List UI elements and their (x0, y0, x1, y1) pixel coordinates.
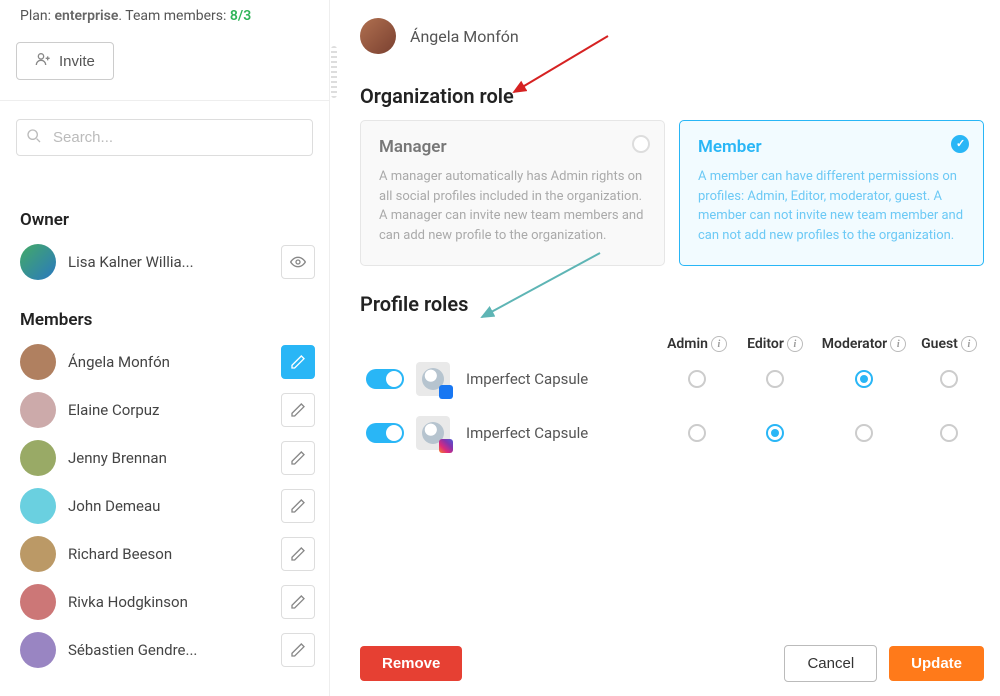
owner-section-label: Owner (20, 210, 315, 230)
profile-name: Imperfect Capsule (456, 370, 658, 388)
member-row: Elaine Corpuz (20, 386, 315, 434)
member-name: Richard Beeson (68, 545, 269, 563)
member-name: Rivka Hodgkinson (68, 593, 269, 611)
role-desc-manager: A manager automatically has Admin rights… (379, 167, 646, 245)
person-plus-icon (35, 51, 51, 71)
profile-toggle[interactable] (366, 423, 404, 443)
avatar (20, 440, 56, 476)
member-name: Jenny Brennan (68, 449, 269, 467)
avatar (20, 632, 56, 668)
user-header: Ángela Monfón (360, 0, 984, 54)
role-card-member[interactable]: Member A member can have different permi… (679, 120, 984, 266)
col-admin: Admini (658, 336, 736, 352)
plan-label: Plan: (20, 8, 51, 24)
info-icon[interactable]: i (787, 336, 803, 352)
org-role-title: Organization role (360, 84, 984, 108)
avatar (20, 584, 56, 620)
col-moderator: Moderatori (814, 336, 914, 352)
edit-member-button[interactable] (281, 489, 315, 523)
avatar (20, 536, 56, 572)
info-icon[interactable]: i (711, 336, 727, 352)
col-guest: Guesti (914, 336, 984, 352)
member-name: Ángela Monfón (68, 353, 269, 371)
edit-member-button[interactable] (281, 345, 315, 379)
view-owner-button[interactable] (281, 245, 315, 279)
member-name: Sébastien Gendre... (68, 641, 269, 659)
selected-user-name: Ángela Monfón (410, 27, 519, 46)
cancel-button[interactable]: Cancel (784, 645, 877, 682)
profile-row: Imperfect Capsule (360, 352, 984, 406)
role-desc-member: A member can have different permissions … (698, 167, 965, 245)
member-name: John Demeau (68, 497, 269, 515)
role-radio-member[interactable] (951, 135, 969, 153)
update-button[interactable]: Update (889, 646, 984, 681)
facebook-icon (439, 385, 453, 399)
role-radio-admin[interactable] (688, 370, 706, 388)
role-name-manager: Manager (379, 137, 646, 157)
invite-label: Invite (59, 53, 95, 70)
owner-name: Lisa Kalner Willia... (68, 253, 269, 271)
role-name-member: Member (698, 137, 965, 157)
edit-member-button[interactable] (281, 393, 315, 427)
role-radio-admin[interactable] (688, 424, 706, 442)
role-radio-moderator[interactable] (855, 424, 873, 442)
role-radio-guest[interactable] (940, 370, 958, 388)
profile-roles-title: Profile roles (360, 292, 984, 316)
plan-info: Plan: enterprise. Team members: 8/3 (16, 0, 313, 28)
member-row: Richard Beeson (20, 530, 315, 578)
team-members-label: Team members: (125, 8, 226, 24)
edit-member-button[interactable] (281, 441, 315, 475)
profile-avatar (416, 362, 450, 396)
role-card-manager[interactable]: Manager A manager automatically has Admi… (360, 120, 665, 266)
members-section-label: Members (20, 310, 315, 330)
instagram-icon (439, 439, 453, 453)
role-radio-manager[interactable] (632, 135, 650, 153)
role-radio-guest[interactable] (940, 424, 958, 442)
info-icon[interactable]: i (890, 336, 906, 352)
avatar (20, 392, 56, 428)
avatar (20, 488, 56, 524)
avatar (360, 18, 396, 54)
edit-member-button[interactable] (281, 633, 315, 667)
member-row: Sébastien Gendre... (20, 626, 315, 674)
profile-row: Imperfect Capsule (360, 406, 984, 460)
avatar (20, 344, 56, 380)
profile-name: Imperfect Capsule (456, 424, 658, 442)
main-panel: Ángela Monfón Organization role Manager … (360, 0, 1000, 696)
invite-button[interactable]: Invite (16, 42, 114, 80)
profile-avatar (416, 416, 450, 450)
profile-toggle[interactable] (366, 369, 404, 389)
profile-roles-table: Admini Editori Moderatori Guesti Imperfe… (360, 336, 984, 460)
member-row: Ángela Monfón (20, 338, 315, 386)
sidebar: Plan: enterprise. Team members: 8/3 Invi… (0, 0, 330, 696)
search-icon (26, 128, 42, 148)
role-radio-editor[interactable] (766, 424, 784, 442)
footer-buttons: Remove Cancel Update (360, 645, 984, 682)
owner-row: Lisa Kalner Willia... (20, 238, 315, 286)
role-radio-moderator[interactable] (855, 370, 873, 388)
member-row: Rivka Hodgkinson (20, 578, 315, 626)
edit-member-button[interactable] (281, 537, 315, 571)
member-name: Elaine Corpuz (68, 401, 269, 419)
resize-handle[interactable] (331, 46, 337, 98)
info-icon[interactable]: i (961, 336, 977, 352)
remove-button[interactable]: Remove (360, 646, 462, 681)
avatar (20, 244, 56, 280)
edit-member-button[interactable] (281, 585, 315, 619)
member-row: Jenny Brennan (20, 434, 315, 482)
col-editor: Editori (736, 336, 814, 352)
role-radio-editor[interactable] (766, 370, 784, 388)
divider (0, 100, 329, 101)
member-row: John Demeau (20, 482, 315, 530)
plan-name: enterprise (54, 8, 118, 24)
search-input[interactable] (16, 119, 313, 156)
team-members-count: 8/3 (230, 8, 251, 24)
